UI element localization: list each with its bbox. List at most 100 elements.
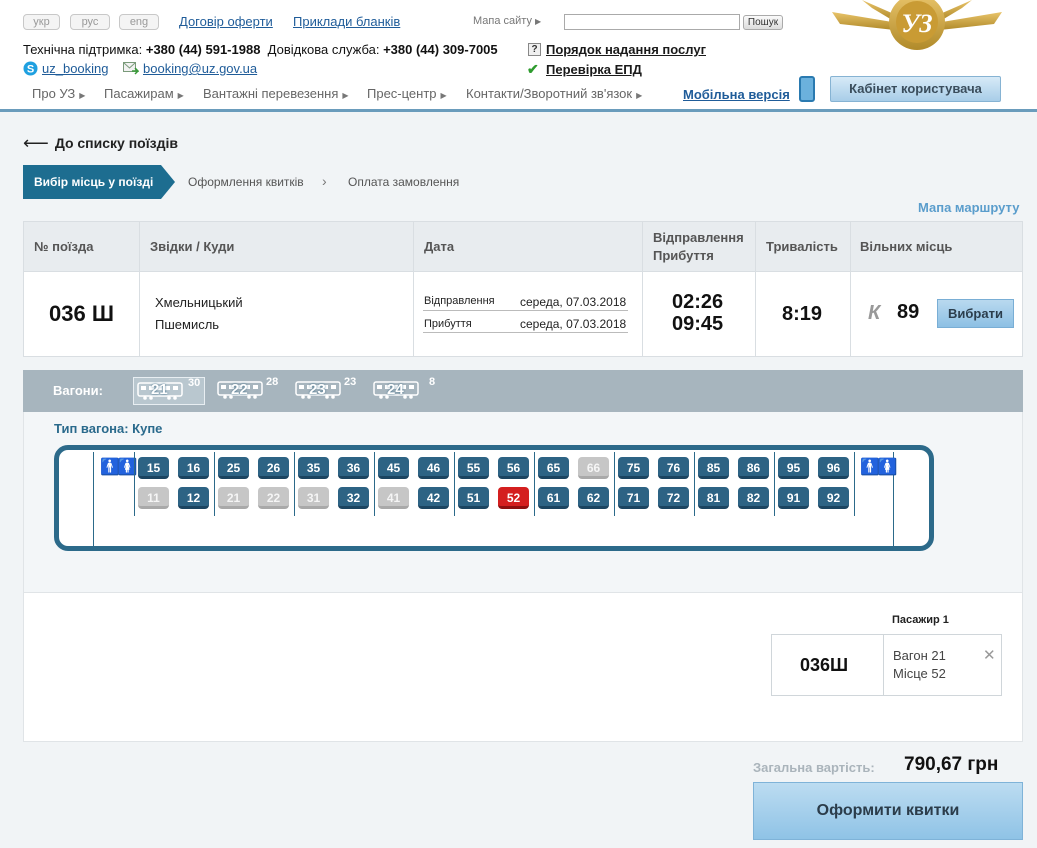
col-free-seats: Вільних місць [860,239,953,254]
nav-passengers[interactable]: Пасажирам ▶ [104,86,184,101]
uz-logo[interactable]: УЗ [832,0,1002,58]
support-label: Технічна підтримка: [23,42,143,57]
col-departure: Відправлення [653,230,744,245]
col-divider [850,222,851,356]
cabinet-button[interactable]: Кабінет користувача [830,76,1001,102]
back-to-trains-link[interactable]: ⟵ До списку поїздів [23,133,178,154]
lang-eng[interactable]: eng [119,14,159,30]
check-icon: ✔ [527,61,539,77]
wagon-tab-23[interactable]: 23 23 [293,376,363,405]
compartment-divider [374,452,375,516]
seat-36[interactable]: 36 [338,457,369,479]
seat-65[interactable]: 65 [538,457,569,479]
wagons-bar: Вагони: 21 30 22 28 23 23 24 8 [23,370,1023,412]
mobile-version-link[interactable]: Мобільна версія [683,87,790,102]
search-button[interactable]: Пошук [743,15,783,30]
seat-76[interactable]: 76 [658,457,689,479]
seat-45[interactable]: 45 [378,457,409,479]
passenger-train: 036Ш [800,655,849,675]
train-table: № поїзда Звідки / Куди Дата Відправлення… [23,221,1023,357]
train-number: 036 Ш [49,301,114,326]
seat-86[interactable]: 86 [738,457,769,479]
nav-press[interactable]: Прес-центр ▶ [367,86,447,101]
wagon-free-count: 28 [266,376,279,388]
wagons-label: Вагони: [53,383,103,398]
seat-51[interactable]: 51 [458,487,489,509]
compartment-divider [774,452,775,516]
sitemap-link[interactable]: Мапа сайту ▶ [473,15,541,27]
wagon-number: 24 [387,381,404,398]
seat-81[interactable]: 81 [698,487,729,509]
skype-link[interactable]: uz_booking [42,61,109,76]
seat-46[interactable]: 46 [418,457,449,479]
wagon-tab-24[interactable]: 24 8 [371,376,441,405]
seat-11: 11 [138,487,169,509]
col-from-to: Звідки / Куди [150,239,235,254]
seat-85[interactable]: 85 [698,457,729,479]
nav-contacts[interactable]: Контакти/Зворотний зв'язок ▶ [466,86,642,101]
col-duration: Тривалість [766,239,838,254]
seat-26[interactable]: 26 [258,457,289,479]
seat-52[interactable]: 52 [498,487,529,509]
col-date: Дата [424,239,455,254]
search-input[interactable] [564,14,740,30]
triangle-right-icon: ▶ [79,91,86,100]
triangle-right-icon: ▶ [177,91,184,100]
nav-press-label: Прес-центр [367,86,437,101]
departure-label: Відправлення [424,295,495,307]
passenger-seat: Місце 52 [893,666,946,681]
step-payment: Оплата замовлення [348,175,460,189]
passenger-label: Пасажир 1 [892,614,949,626]
seat-71[interactable]: 71 [618,487,649,509]
seat-15[interactable]: 15 [138,457,169,479]
seat-12[interactable]: 12 [178,487,209,509]
seat-91[interactable]: 91 [778,487,809,509]
seat-56[interactable]: 56 [498,457,529,479]
seat-16[interactable]: 16 [178,457,209,479]
free-seats-count: 89 [897,301,920,323]
wagon-number: 23 [309,381,326,398]
nav-freight[interactable]: Вантажні перевезення ▶ [203,86,349,101]
seat-61[interactable]: 61 [538,487,569,509]
wagon-tab-22[interactable]: 22 28 [215,376,285,405]
seat-32[interactable]: 32 [338,487,369,509]
seat-95[interactable]: 95 [778,457,809,479]
seat-96[interactable]: 96 [818,457,849,479]
wagon-free-count: 23 [344,376,357,388]
help-phone: +380 (44) 309-7005 [383,42,498,57]
choose-button[interactable]: Вибрати [937,299,1014,328]
seat-42[interactable]: 42 [418,487,449,509]
seat-72[interactable]: 72 [658,487,689,509]
lang-rus[interactable]: рус [70,14,110,30]
seat-82[interactable]: 82 [738,487,769,509]
lang-ukr[interactable]: укр [23,14,60,30]
compartment-divider [534,452,535,516]
seat-25[interactable]: 25 [218,457,249,479]
toilet-icon: 🚹🚺 [860,459,898,476]
wagon-tab-21[interactable]: 21 30 [133,377,205,405]
check-epd-link[interactable]: Перевірка ЕПД [546,62,642,77]
offer-link[interactable]: Договір оферти [179,14,273,29]
service-order-link[interactable]: Порядок надання послуг [546,42,706,57]
seat-35[interactable]: 35 [298,457,329,479]
blanks-link[interactable]: Приклади бланків [293,14,400,29]
nav-about[interactable]: Про УЗ ▶ [32,86,85,101]
route-map-link[interactable]: Мапа маршруту [918,200,1019,215]
email-link[interactable]: booking@uz.gov.ua [143,61,257,76]
card-divider [883,635,884,695]
submit-tickets-button[interactable]: Оформити квитки [753,782,1023,840]
seat-92[interactable]: 92 [818,487,849,509]
arrival-date: середа, 07.03.2018 [520,317,627,331]
date-divider [423,332,628,333]
seat-75[interactable]: 75 [618,457,649,479]
seat-41: 41 [378,487,409,509]
seat-62[interactable]: 62 [578,487,609,509]
svg-text:S: S [27,64,34,76]
seat-55[interactable]: 55 [458,457,489,479]
departure-date: середа, 07.03.2018 [520,295,627,309]
wagon-end-line [93,510,94,546]
close-icon[interactable]: ✕ [983,646,996,664]
col-divider [755,222,756,356]
triangle-right-icon: ▶ [342,91,349,100]
passenger-wagon: Вагон 21 [893,648,946,663]
